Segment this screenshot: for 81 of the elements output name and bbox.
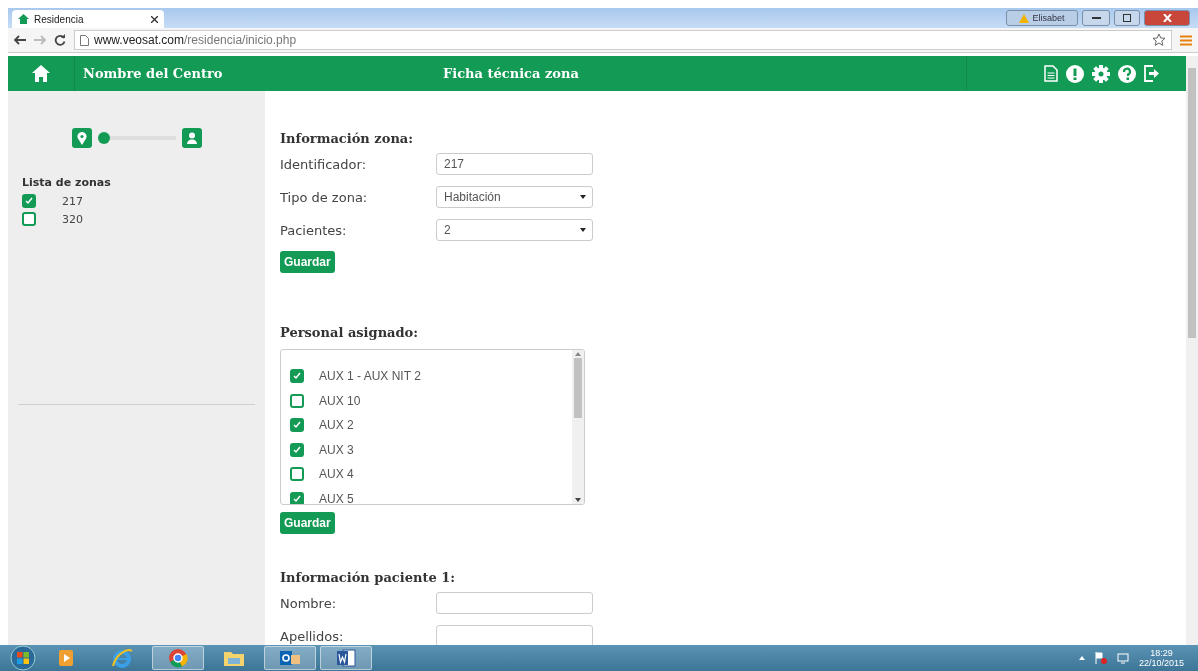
select-field[interactable]: 2 — [436, 219, 593, 241]
checkbox[interactable] — [290, 418, 304, 433]
restore-icon — [1123, 14, 1131, 22]
reload-icon[interactable] — [54, 34, 66, 46]
input-field[interactable] — [436, 592, 593, 614]
checkmark-icon — [293, 494, 301, 503]
back-icon[interactable] — [14, 35, 26, 45]
flag-icon[interactable] — [1094, 652, 1107, 664]
slider-thumb[interactable] — [97, 132, 110, 144]
input-field[interactable]: 217 — [436, 153, 593, 175]
menu-icon[interactable] — [1180, 34, 1192, 46]
start-button[interactable] — [10, 645, 36, 671]
close-button[interactable] — [1144, 10, 1190, 26]
scroll-up-icon[interactable] — [575, 352, 581, 356]
warning-icon — [1019, 13, 1030, 23]
field-label: Nombre: — [280, 595, 338, 611]
document-icon[interactable] — [1044, 65, 1058, 82]
caret-icon — [580, 228, 586, 232]
section-title: Personal asignado: — [280, 325, 420, 340]
home-icon[interactable] — [32, 65, 50, 82]
staff-label: AUX 5 — [319, 491, 354, 504]
help-icon[interactable] — [1118, 64, 1136, 83]
checkmark-icon — [293, 372, 301, 381]
browser-tab[interactable]: Residencia — [12, 10, 164, 28]
checkmark-icon — [293, 445, 301, 454]
star-icon[interactable] — [1152, 33, 1166, 47]
media-player-icon[interactable] — [58, 649, 74, 667]
settings-icon[interactable] — [1092, 64, 1110, 83]
close-icon[interactable] — [151, 15, 158, 23]
checkbox[interactable] — [290, 369, 304, 384]
folder-icon[interactable] — [223, 649, 245, 667]
tray-arrow-icon[interactable] — [1078, 656, 1085, 660]
person-icon[interactable] — [181, 128, 202, 148]
alert-icon[interactable] — [1066, 64, 1084, 83]
field-label: Identificador: — [280, 156, 368, 172]
zone-label: 320 — [62, 212, 83, 226]
field-label: Pacientes: — [280, 222, 348, 238]
logout-icon[interactable] — [1144, 65, 1160, 82]
scrollbar[interactable] — [572, 350, 584, 504]
page-icon — [80, 34, 89, 46]
staff-label: AUX 3 — [319, 442, 354, 457]
staff-label: AUX 2 — [319, 418, 354, 433]
checkbox[interactable] — [290, 467, 304, 482]
location-pin-icon[interactable] — [71, 128, 92, 148]
center-name: Nombre del Centro — [82, 66, 224, 81]
save-button[interactable]: Guardar — [280, 512, 335, 534]
checkbox[interactable] — [290, 491, 304, 504]
minimize-button[interactable] — [1082, 10, 1110, 26]
field-label: Apellidos: — [280, 628, 345, 644]
address-bar[interactable]: www.veosat.com/residencia/inicio.php — [74, 30, 1172, 50]
checkbox[interactable] — [290, 393, 304, 408]
select-field[interactable]: Habitación — [436, 186, 593, 208]
zones-title: Lista de zonas — [22, 176, 112, 189]
browser-e-icon[interactable] — [111, 648, 133, 668]
chrome-icon[interactable] — [168, 648, 188, 668]
clock[interactable]: 18:29 22/10/2015 — [1138, 648, 1184, 668]
close-icon — [1162, 14, 1172, 22]
home-icon — [18, 14, 29, 24]
staff-label: AUX 4 — [319, 467, 354, 482]
section-title: Información zona: — [280, 131, 415, 146]
scrollbar[interactable] — [1186, 56, 1198, 645]
checkmark-icon — [293, 421, 301, 430]
scroll-down-icon[interactable] — [575, 498, 581, 502]
checkbox[interactable] — [290, 442, 304, 457]
page-title: Ficha técnica zona — [443, 66, 580, 81]
zone-label: 217 — [62, 194, 83, 208]
checkmark-icon — [25, 197, 33, 205]
user-badge[interactable]: Elisabet — [1006, 10, 1078, 26]
staff-label: AUX 10 — [319, 393, 361, 408]
document-app-icon[interactable] — [336, 648, 356, 668]
mail-app-icon[interactable] — [279, 648, 301, 668]
staff-label: AUX 1 - AUX NIT 2 — [319, 369, 421, 384]
section-title: Información paciente 1: — [280, 570, 457, 585]
checkbox[interactable] — [22, 194, 36, 208]
field-label: Tipo de zona: — [280, 189, 369, 205]
caret-icon — [580, 195, 586, 199]
save-button[interactable]: Guardar — [280, 251, 335, 273]
monitor-icon[interactable] — [1116, 652, 1129, 664]
minimize-icon — [1091, 17, 1101, 19]
checkbox[interactable] — [22, 212, 36, 226]
restore-button[interactable] — [1114, 10, 1140, 26]
